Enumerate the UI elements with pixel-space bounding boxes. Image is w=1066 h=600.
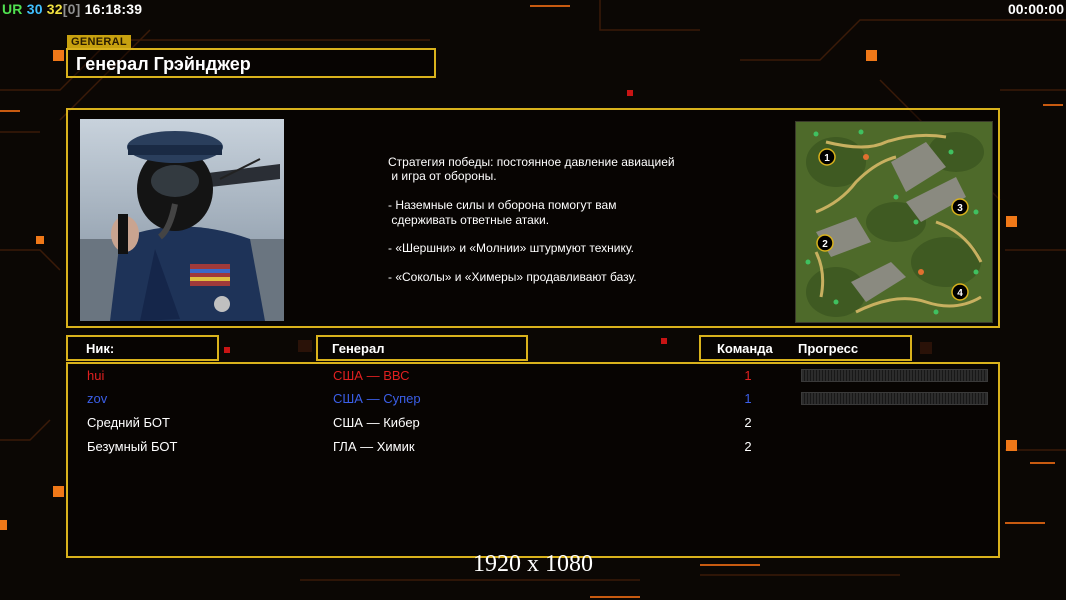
hud-timer: 00:00:00 [1007,1,1064,17]
player-nick: zov [87,391,108,406]
hud-clock: 16:18:39 [84,1,143,17]
hud-label: UR [2,1,23,17]
hud-value-a: 30 [26,1,43,17]
column-header-team-progress: Команда Прогресс [699,335,912,361]
player-team: 1 [744,391,752,406]
title-box: Генерал Грэйнджер [66,48,436,78]
column-header-nick: Ник: [66,335,219,361]
player-team: 2 [744,415,752,430]
resolution-watermark: 1920 x 1080 [473,551,593,577]
player-row: hui США — ВВС 1 [68,364,1002,388]
column-header-team-label: Команда [717,341,773,356]
general-portrait [80,119,284,321]
player-row: Средний БОТ США — Кибер 2 [68,411,1002,435]
column-header-progress-label: Прогресс [798,341,859,356]
column-header-nick-label: Ник: [86,341,115,356]
player-team: 2 [744,439,752,454]
player-general: ГЛА — Химик [333,439,415,454]
player-team: 1 [744,368,752,383]
start-label-4: 4 [957,288,963,299]
column-header-general-label: Генерал [332,341,385,356]
general-tag: GENERAL [67,35,131,49]
player-row: Безумный БОТ ГЛА — Химик 2 [68,435,1002,459]
minimap[interactable]: 1 2 3 4 [795,121,993,323]
player-general: США — Супер [333,391,421,406]
player-nick: Средний БОТ [87,415,170,430]
player-nick: hui [87,368,105,383]
hud-value-b: 32 [46,1,63,17]
page-title: Генерал Грэйнджер [76,54,251,74]
general-info-panel: Стратегия победы: постоянное давление ав… [66,108,1000,328]
player-progress-bar [801,369,988,382]
start-label-3: 3 [957,203,963,214]
player-nick: Безумный БОТ [87,439,178,454]
player-general: США — Кибер [333,415,420,430]
strategy-text: Стратегия победы: постоянное давление ав… [388,155,675,285]
players-list: hui США — ВВС 1 zov США — Супер 1 Средни… [66,362,1000,558]
hud-bracket: [0] [62,1,81,17]
hud-stats: UR 30 32[0] 16:18:39 [2,1,142,17]
column-header-general: Генерал [316,335,528,361]
player-row: zov США — Супер 1 [68,387,1002,411]
start-label-1: 1 [824,153,830,164]
start-label-2: 2 [822,239,828,250]
player-progress-bar [801,392,988,405]
player-general: США — ВВС [333,368,410,383]
